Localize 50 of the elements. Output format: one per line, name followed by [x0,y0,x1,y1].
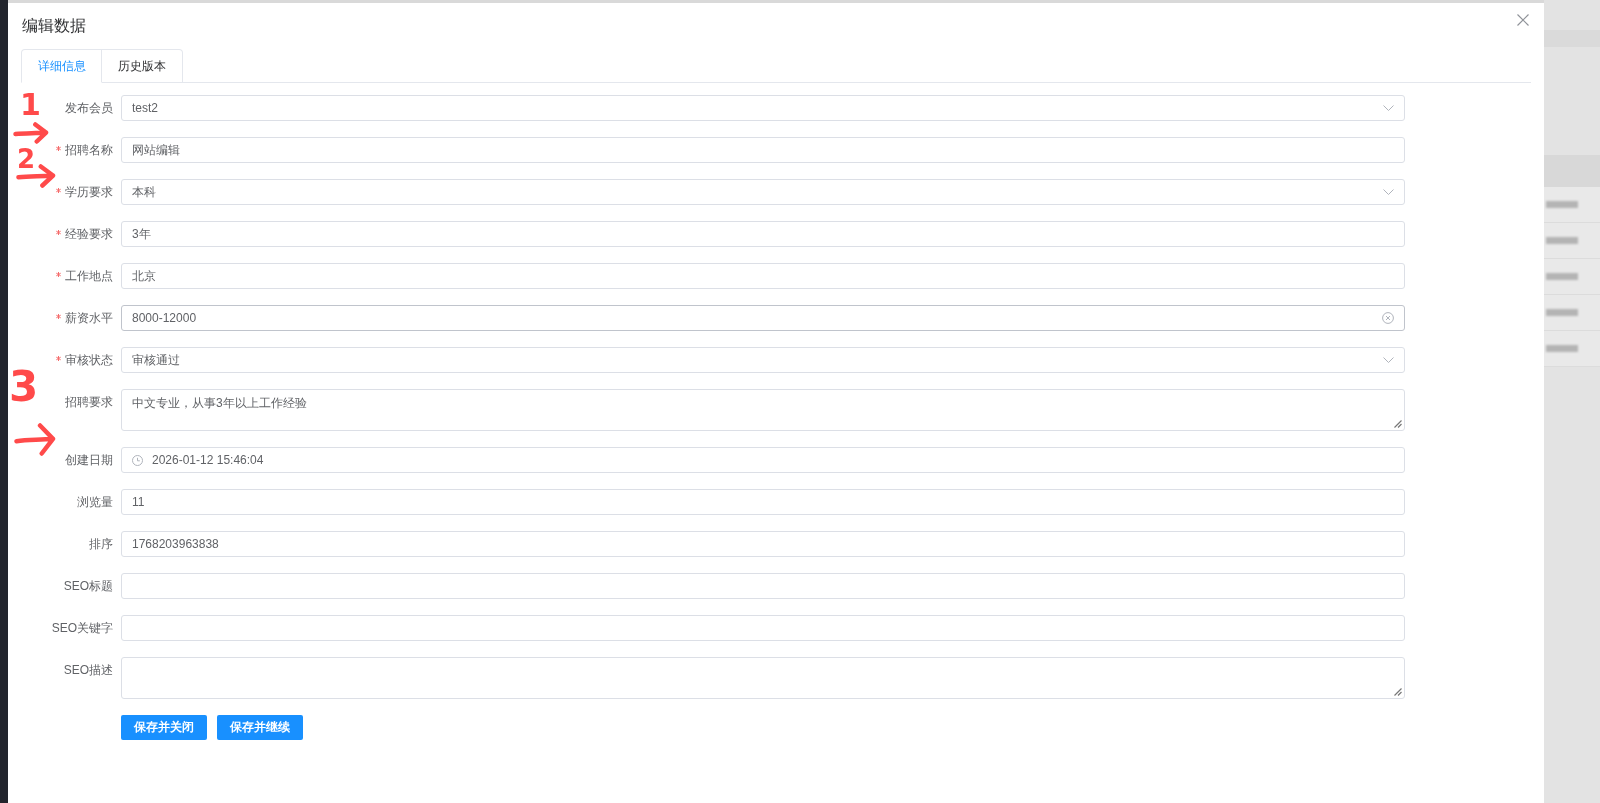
close-button[interactable] [1517,14,1529,26]
resize-handle-icon[interactable] [1394,688,1402,696]
field-label: SEO描述 [63,661,113,679]
tab[interactable]: 详细信息 [21,49,102,83]
field-label: 排序 [89,535,113,553]
input-field[interactable]: 3年 [121,221,1405,247]
input-field[interactable]: 1768203963838 [121,531,1405,557]
select-field[interactable]: test2 [121,95,1405,121]
chevron-down-icon [1383,189,1394,195]
input-field[interactable]: 11 [121,489,1405,515]
annotation-number: 3 [9,366,39,408]
blurred-cell-drawing [1546,345,1578,352]
annotation-arrow-icon [13,122,49,144]
field-label: 招聘名称 [65,141,113,159]
blurred-cell-drawing [1546,309,1578,316]
field-label: SEO标题 [63,577,113,595]
resize-handle-icon[interactable] [1394,420,1402,428]
tab[interactable]: 历史版本 [102,49,183,83]
date-field[interactable]: 2026-01-12 15:46:04 [121,447,1405,473]
field-label: 审核状态 [65,351,113,369]
field-label: 学历要求 [65,183,113,201]
textarea-field[interactable]: 中文专业，从事3年以上工作经验 [121,389,1405,431]
field-label: 经验要求 [65,225,113,243]
chevron-down-icon [1383,105,1394,111]
field-label: 创建日期 [65,451,113,469]
field-label: 招聘要求 [65,393,113,411]
input-field[interactable]: 网站编辑 [121,137,1405,163]
input-field[interactable]: 北京 [121,263,1405,289]
annotation-number: 2 [17,146,36,172]
input-field[interactable] [121,615,1405,641]
annotation-arrow-icon [14,423,56,456]
textarea-field[interactable] [121,657,1405,699]
blurred-cell-drawing [1546,273,1578,280]
field-label: 薪资水平 [65,309,113,327]
field-label: SEO关键字 [51,619,113,637]
field-label: 工作地点 [65,267,113,285]
select-field[interactable]: 本科 [121,179,1405,205]
clear-icon[interactable] [1382,312,1394,324]
field-label: 发布会员 [65,99,113,117]
close-icon [1517,14,1529,26]
clock-icon [132,454,143,466]
field-label: 浏览量 [77,493,113,511]
dialog-title: 编辑数据 [22,17,86,35]
blurred-cell-drawing [1546,237,1578,244]
input-field[interactable]: 8000-12000 [121,305,1405,331]
blurred-cell-drawing [1546,201,1578,208]
annotation-number: 1 [20,90,41,120]
chevron-down-icon [1383,357,1394,363]
input-field[interactable] [121,573,1405,599]
select-field[interactable]: 审核通过 [121,347,1405,373]
